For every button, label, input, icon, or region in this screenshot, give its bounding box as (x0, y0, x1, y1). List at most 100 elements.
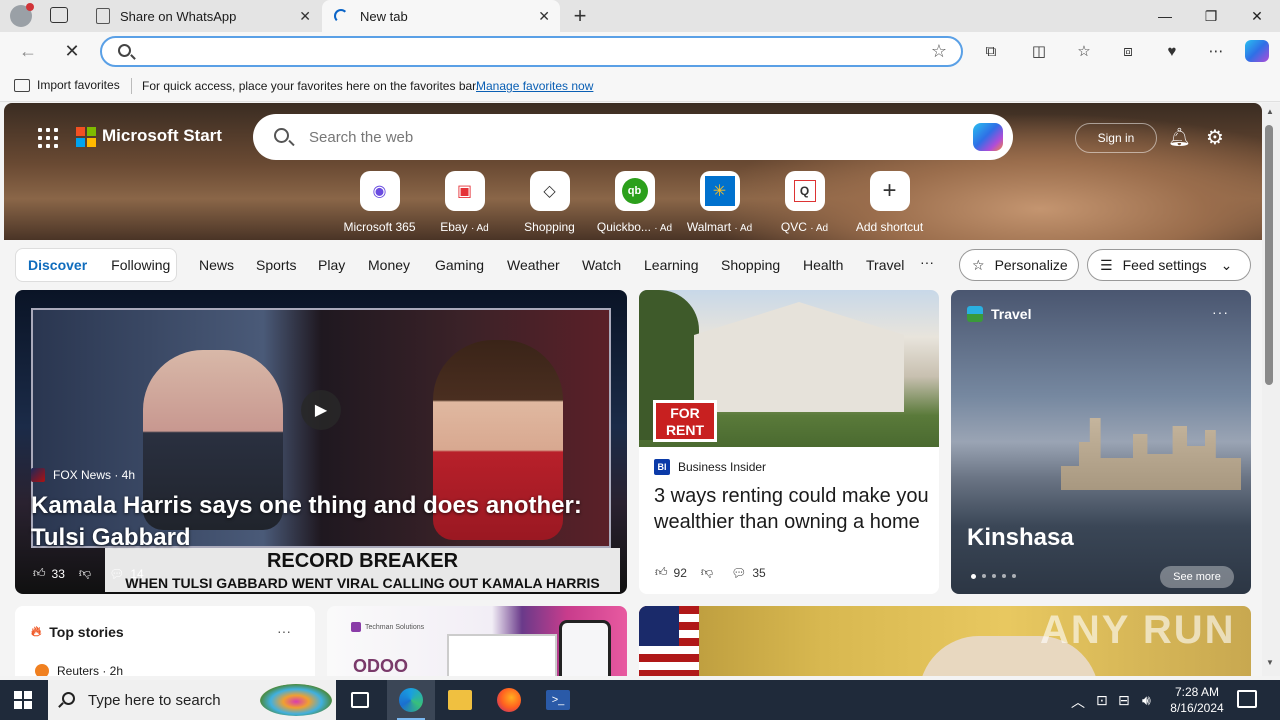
shopping-tag-icon: ◇ (529, 171, 570, 211)
taskbar-search-box[interactable]: Type here to search (48, 680, 336, 720)
play-video-icon[interactable]: ▶ (301, 390, 341, 430)
us-flag-image (639, 606, 699, 676)
tab-new-tab[interactable]: New tab ✕ (322, 0, 560, 32)
page-settings-gear-icon[interactable]: ⚙ (1206, 125, 1224, 150)
network-icon[interactable]: ⊟ (1118, 692, 1130, 709)
city-name[interactable]: Kinshasa (967, 524, 1074, 552)
category-gaming[interactable]: Gaming (435, 257, 484, 273)
shortcut-microsoft-365[interactable]: ◉ Microsoft 365 (337, 171, 422, 234)
notification-center-icon[interactable] (1237, 690, 1257, 708)
import-favorites-button[interactable]: Import favorites (14, 78, 120, 92)
comment-icon[interactable]: 💬︎ (109, 567, 124, 581)
top-stories-title: Top stories (49, 623, 124, 640)
tab-following[interactable]: Following (111, 257, 170, 273)
windows-start-icon[interactable] (14, 691, 32, 709)
copilot-icon[interactable] (973, 123, 1003, 151)
file-explorer-icon[interactable] (436, 680, 484, 720)
shortcut-ebay[interactable]: ▣ Ebay · Ad (422, 171, 507, 234)
shortcut-walmart[interactable]: ✳ Walmart · Ad (677, 171, 762, 234)
edge-taskbar-icon[interactable] (387, 680, 435, 720)
like-icon[interactable]: 👍︎ (33, 566, 46, 581)
category-news[interactable]: News (199, 257, 234, 273)
address-bar[interactable]: ☆ (100, 36, 963, 67)
scrollbar-thumb[interactable] (1265, 125, 1273, 385)
web-search-box[interactable]: Search the web (253, 114, 1013, 160)
news-card-business-insider[interactable]: FOR RENT BI Business Insider 3 ways rent… (639, 290, 939, 594)
copilot-icon[interactable] (1245, 40, 1269, 62)
favorite-star-icon[interactable]: ☆ (931, 41, 947, 62)
volume-icon[interactable]: 🔊︎ (1142, 692, 1151, 709)
ad-card-odoo[interactable]: Techman Solutions ODOO (327, 606, 627, 676)
shortcut-shopping[interactable]: ◇ Shopping (507, 171, 592, 234)
card-headline[interactable]: Kamala Harris says one thing and does an… (31, 490, 621, 554)
shortcut-qvc[interactable]: Q QVC · Ad (762, 171, 847, 234)
close-window-button[interactable]: ✕ (1234, 0, 1280, 32)
category-watch[interactable]: Watch (582, 257, 621, 273)
comment-icon[interactable]: 💬︎ (731, 566, 746, 580)
tab-discover[interactable]: Discover (28, 257, 87, 273)
sign-in-button[interactable]: Sign in (1075, 123, 1157, 153)
tab-share-on-whatsapp[interactable]: Share on WhatsApp ✕ (84, 0, 321, 32)
laptop-image (447, 634, 557, 676)
powershell-icon[interactable]: >_ (534, 680, 582, 720)
close-tab-icon[interactable]: ✕ (299, 8, 311, 25)
favorites-icon[interactable]: ☆ (1074, 41, 1094, 61)
system-clock[interactable]: 7:28 AM 8/16/2024 (1167, 684, 1227, 716)
feed-settings-button[interactable]: ☰ Feed settings ⌄ (1087, 249, 1251, 281)
brand-title[interactable]: Microsoft Start (102, 126, 222, 146)
restore-button[interactable]: ❐ (1188, 0, 1234, 32)
news-card-fox[interactable]: ▶ RECORD BREAKER WHEN TULSI GABBARD WENT… (15, 290, 627, 594)
split-screen-icon[interactable]: ◫ (1029, 41, 1049, 61)
manage-favorites-link[interactable]: Manage favorites now (476, 79, 593, 93)
category-travel[interactable]: Travel (866, 257, 904, 273)
new-tab-button[interactable]: + (568, 3, 592, 29)
tray-app-icon[interactable]: ⊡ (1096, 692, 1108, 709)
top-stories-header: 🔥︎ Top stories (31, 623, 124, 640)
see-more-button[interactable]: See more (1160, 566, 1234, 588)
category-weather[interactable]: Weather (507, 257, 560, 273)
category-play[interactable]: Play (318, 257, 345, 273)
page-scrollbar[interactable]: ▲ ▼ (1262, 103, 1280, 676)
category-sports[interactable]: Sports (256, 257, 296, 273)
more-options-icon[interactable]: ··· (1212, 304, 1229, 320)
category-learning[interactable]: Learning (644, 257, 699, 273)
back-button[interactable]: ← (18, 41, 38, 61)
travel-icon (967, 306, 983, 322)
travel-card[interactable]: Travel ··· Kinshasa See more (951, 290, 1251, 594)
extensions-icon[interactable]: ⧉ (981, 41, 1001, 61)
carousel-dots[interactable] (971, 574, 1016, 579)
like-icon[interactable]: 👍︎ (655, 565, 668, 580)
stop-loading-button[interactable]: ✕ (62, 41, 82, 61)
more-options-icon[interactable]: ··· (277, 623, 291, 639)
shortcut-quickbooks[interactable]: qb Quickbo... · Ad (592, 171, 677, 234)
card-headline[interactable]: 3 ways renting could make you wealthier … (654, 483, 929, 535)
collections-icon[interactable]: ⧈ (1118, 41, 1138, 61)
category-money[interactable]: Money (368, 257, 410, 273)
firefox-icon[interactable] (485, 680, 533, 720)
browser-essentials-icon[interactable]: ♥ (1162, 41, 1182, 61)
show-hidden-icons-chevron-icon[interactable]: ︿ (1071, 692, 1085, 712)
app-launcher-icon[interactable] (38, 128, 58, 148)
taskbar-search-placeholder: Type here to search (88, 692, 221, 709)
profile-avatar-icon[interactable] (10, 3, 34, 27)
notifications-bell-icon[interactable]: 🔔︎ (1168, 127, 1191, 148)
dislike-icon[interactable]: 👎︎ (701, 565, 713, 580)
ebay-bag-icon: ▣ (444, 171, 485, 211)
category-health[interactable]: Health (803, 257, 843, 273)
microsoft-logo-icon (76, 127, 96, 147)
scroll-up-arrow-icon[interactable]: ▲ (1266, 107, 1274, 116)
shortcut-add[interactable]: + Add shortcut (847, 171, 932, 234)
dislike-icon[interactable]: 👎︎ (79, 566, 91, 581)
close-tab-icon[interactable]: ✕ (538, 8, 550, 25)
personalize-label: Personalize (994, 257, 1068, 273)
tab-actions-icon[interactable] (50, 7, 68, 23)
task-view-icon[interactable] (336, 680, 384, 720)
for-rent-sign: FOR RENT (653, 400, 717, 442)
category-shopping[interactable]: Shopping (721, 257, 780, 273)
settings-more-icon[interactable]: ⋯ (1206, 41, 1226, 61)
more-categories-icon[interactable]: ··· (920, 254, 934, 270)
personalize-button[interactable]: ☆ Personalize (959, 249, 1079, 281)
scroll-down-arrow-icon[interactable]: ▼ (1266, 658, 1274, 667)
microsoft-365-icon: ◉ (359, 171, 400, 211)
minimize-button[interactable]: — (1142, 0, 1188, 32)
